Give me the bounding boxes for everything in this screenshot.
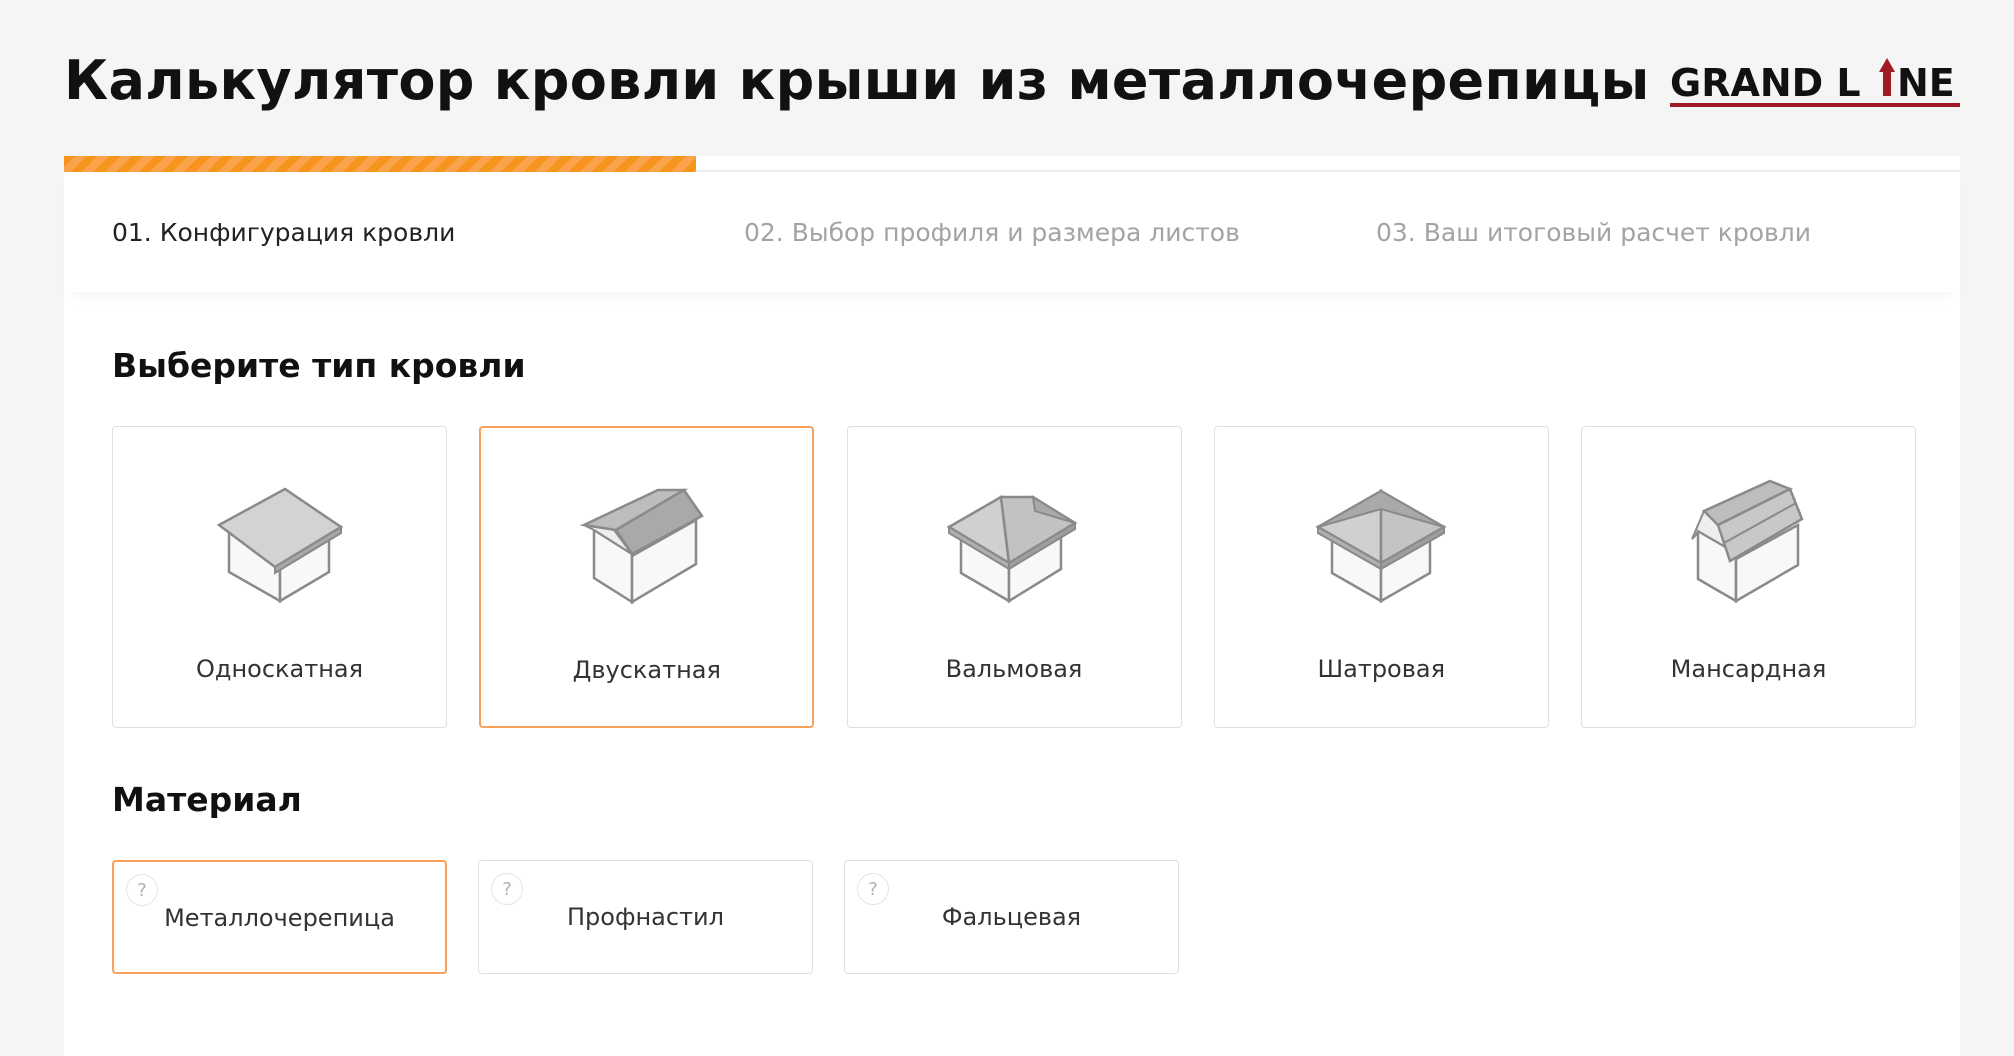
- material-option-metal-tile[interactable]: ? Металлочерепица: [112, 860, 447, 974]
- roof-option-label: Односкатная: [195, 655, 364, 683]
- material-option-profiled-sheet[interactable]: ? Профнастил: [478, 860, 813, 974]
- step-profile-selection[interactable]: 02. Выбор профиля и размера листов: [696, 172, 1328, 292]
- gable-roof-icon: [579, 488, 704, 605]
- progress-step-1-fill: [64, 156, 696, 172]
- roof-option-label: Двускатная: [572, 656, 721, 684]
- roof-type-heading: Выберите тип кровли: [112, 346, 526, 385]
- material-options: ? Металлочерепица ? Профнастил ? Фальцев…: [112, 860, 1179, 974]
- roof-option-pyramid[interactable]: Шатровая: [1213, 426, 1549, 728]
- help-icon[interactable]: ?: [126, 874, 158, 906]
- help-icon[interactable]: ?: [857, 873, 889, 905]
- roof-option-single-pitch[interactable]: Односкатная: [112, 426, 447, 728]
- steps-nav: 01. Конфигурация кровли 02. Выбор профил…: [64, 172, 1960, 292]
- material-heading: Материал: [112, 780, 302, 819]
- material-option-label: Фальцевая: [941, 903, 1082, 931]
- roof-option-label: Вальмовая: [945, 655, 1083, 683]
- roof-type-options: Односкатная Двускатная Вальмовая Шатрова…: [112, 426, 1916, 728]
- step-final-calculation[interactable]: 03. Ваш итоговый расчет кровли: [1328, 172, 1960, 292]
- single-pitch-roof-icon: [216, 487, 343, 604]
- progress-step-3-fill: [1328, 156, 1960, 172]
- material-option-label: Профнастил: [567, 903, 724, 931]
- roof-option-gable[interactable]: Двускатная: [479, 426, 815, 728]
- header: Калькулятор кровли крыши из металлочереп…: [64, 48, 1960, 118]
- calculator-card: 01. Конфигурация кровли 02. Выбор профил…: [64, 156, 1960, 1056]
- pyramid-roof-icon: [1315, 488, 1447, 604]
- progress-bar: [64, 156, 1960, 172]
- svg-text:NE: NE: [1897, 61, 1955, 105]
- roof-option-label: Мансардная: [1670, 655, 1827, 683]
- help-icon[interactable]: ?: [491, 873, 523, 905]
- roof-option-label: Шатровая: [1317, 655, 1446, 683]
- roof-option-hip[interactable]: Вальмовая: [846, 426, 1182, 728]
- progress-step-2-fill: [696, 156, 1328, 172]
- step-configuration[interactable]: 01. Конфигурация кровли: [64, 172, 696, 292]
- svg-text:GRAND L: GRAND L: [1670, 61, 1861, 105]
- logo-icon: GRAND L NE: [1670, 58, 1960, 107]
- mansard-roof-icon: [1690, 479, 1804, 604]
- material-option-label: Металлочерепица: [164, 904, 395, 932]
- grand-line-logo[interactable]: GRAND L NE: [1670, 56, 1960, 112]
- roof-option-mansard[interactable]: Мансардная: [1581, 426, 1916, 728]
- page-title: Калькулятор кровли крыши из металлочереп…: [64, 49, 1650, 112]
- hip-roof-icon: [946, 494, 1078, 604]
- material-option-seam-roof[interactable]: ? Фальцевая: [844, 860, 1179, 974]
